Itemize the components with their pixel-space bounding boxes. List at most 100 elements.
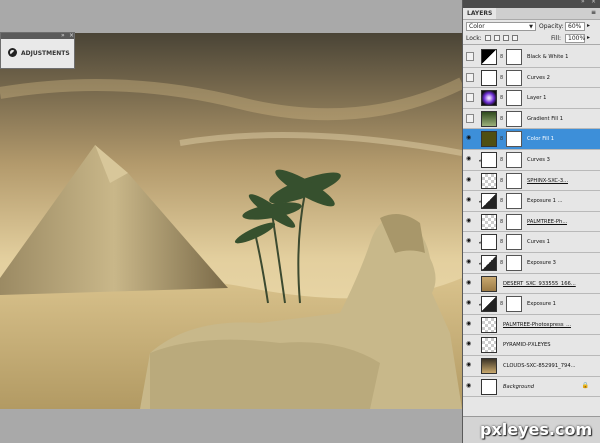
visibility-eye-icon[interactable] xyxy=(466,237,474,246)
adjustments-panel[interactable]: » × ADJUSTMENTS xyxy=(0,32,75,69)
layer-name[interactable]: Curves 2 xyxy=(527,75,550,81)
layer-mask-thumbnail[interactable] xyxy=(506,110,522,127)
layer-thumbnail[interactable] xyxy=(481,337,497,354)
layer-name[interactable]: PALMTREE-Photoxpress_... xyxy=(503,322,571,328)
layer-thumbnail[interactable] xyxy=(481,151,497,168)
visibility-eye-icon[interactable] xyxy=(466,155,474,164)
mask-link-icon[interactable]: 8 xyxy=(500,157,503,163)
layer-row[interactable]: Background 🔒 xyxy=(463,376,600,398)
visibility-eye-icon[interactable] xyxy=(466,258,474,267)
panel-menu-icon[interactable]: ≡ xyxy=(591,9,596,16)
layer-mask-thumbnail[interactable] xyxy=(506,69,522,86)
lock-image-icon[interactable] xyxy=(494,35,500,41)
layer-mask-thumbnail[interactable] xyxy=(506,254,522,271)
layer-name[interactable]: Exposure 1 xyxy=(527,301,556,307)
layer-mask-thumbnail[interactable] xyxy=(506,234,522,251)
layer-mask-thumbnail[interactable] xyxy=(506,213,522,230)
layer-name[interactable]: CLOUDS-SXC-852991_794... xyxy=(503,363,576,369)
fill-slider-arrow-icon[interactable]: ▸ xyxy=(587,34,590,41)
layer-name[interactable]: SPHINX-SXC-3... xyxy=(527,178,568,184)
layer-thumbnail[interactable] xyxy=(481,131,497,148)
layers-panel-titlebar[interactable]: » × xyxy=(463,0,600,8)
layer-name[interactable]: Exposure 1 ... xyxy=(527,198,563,204)
adjustments-label[interactable]: ADJUSTMENTS xyxy=(21,50,70,57)
visibility-eye-icon[interactable] xyxy=(466,340,474,349)
layer-thumbnail[interactable] xyxy=(481,110,497,127)
layer-name[interactable]: Black & White 1 xyxy=(527,54,568,60)
blend-mode-select[interactable]: Color ▼ xyxy=(466,22,536,31)
layer-row[interactable]: DESERT_SXC_933555_166... xyxy=(463,273,600,295)
mask-link-icon[interactable]: 8 xyxy=(500,301,503,307)
layer-mask-thumbnail[interactable] xyxy=(506,49,522,65)
collapse-icon[interactable]: » xyxy=(61,32,65,39)
layer-name[interactable]: Curves 1 xyxy=(527,239,550,245)
adjustments-panel-titlebar[interactable]: » × xyxy=(1,32,74,39)
mask-link-icon[interactable]: 8 xyxy=(500,178,503,184)
mask-link-icon[interactable]: 8 xyxy=(500,95,503,101)
layer-name[interactable]: Gradient Fill 1 xyxy=(527,116,563,122)
layer-thumbnail[interactable] xyxy=(481,172,497,189)
layer-thumbnail[interactable] xyxy=(481,213,497,230)
layer-row[interactable]: 8 Curves 2 xyxy=(463,67,600,89)
layer-thumbnail[interactable] xyxy=(481,357,497,374)
layer-mask-thumbnail[interactable] xyxy=(506,193,522,210)
layer-row[interactable]: CLOUDS-SXC-852991_794... xyxy=(463,355,600,377)
layer-row[interactable]: PYRAMID-PXLEYES xyxy=(463,335,600,356)
visibility-eye-icon[interactable] xyxy=(466,196,474,205)
mask-link-icon[interactable]: 8 xyxy=(500,198,503,204)
layer-thumbnail[interactable] xyxy=(481,234,497,251)
layer-thumbnail[interactable] xyxy=(481,69,497,86)
visibility-eye-icon[interactable] xyxy=(466,279,474,288)
layer-thumbnail[interactable] xyxy=(481,296,497,313)
layer-name[interactable]: DESERT_SXC_933555_166... xyxy=(503,281,576,287)
collapse-icon[interactable]: » xyxy=(581,0,585,5)
mask-link-icon[interactable]: 8 xyxy=(500,219,503,225)
lock-all-icon[interactable] xyxy=(512,35,518,41)
mask-link-icon[interactable]: 8 xyxy=(500,75,503,81)
layer-row[interactable]: 8 Color Fill 1 xyxy=(463,129,600,150)
layer-row[interactable]: ↲8Curves 3 xyxy=(463,149,600,171)
layer-row[interactable]: 8 Gradient Fill 1 xyxy=(463,108,600,130)
lock-position-icon[interactable] xyxy=(503,35,509,41)
layer-thumbnail[interactable] xyxy=(481,378,497,395)
layer-row[interactable]: 8 Black & White 1 xyxy=(463,47,600,68)
mask-link-icon[interactable]: 8 xyxy=(500,239,503,245)
visibility-eye-icon[interactable] xyxy=(466,176,474,185)
close-icon[interactable]: × xyxy=(591,0,596,5)
layer-name[interactable]: PALMTREE-Ph... xyxy=(527,219,567,225)
layer-name[interactable]: Exposure 3 xyxy=(527,260,556,266)
opacity-input[interactable]: 60% xyxy=(565,22,585,31)
visibility-eye-icon[interactable] xyxy=(466,382,474,391)
visibility-eye-icon[interactable] xyxy=(466,134,474,143)
layer-name[interactable]: Curves 3 xyxy=(527,157,550,163)
layer-row[interactable]: ↲8Exposure 1 xyxy=(463,294,600,315)
layer-row[interactable]: ↲8Curves 1 xyxy=(463,232,600,253)
visibility-eye-icon[interactable] xyxy=(466,299,474,308)
visibility-eye-icon[interactable] xyxy=(466,217,474,226)
layer-mask-thumbnail[interactable] xyxy=(506,90,522,107)
layer-thumbnail[interactable] xyxy=(481,275,497,292)
layer-mask-thumbnail[interactable] xyxy=(506,296,522,313)
fill-input[interactable]: 100% xyxy=(565,34,585,43)
layer-thumbnail[interactable] xyxy=(481,49,497,65)
layer-name[interactable]: Layer 1 xyxy=(527,95,546,101)
lock-transparent-icon[interactable] xyxy=(485,35,491,41)
mask-link-icon[interactable]: 8 xyxy=(500,260,503,266)
mask-link-icon[interactable]: 8 xyxy=(500,54,503,60)
layer-thumbnail[interactable] xyxy=(481,193,497,210)
visibility-eye-icon[interactable] xyxy=(466,320,474,329)
opacity-slider-arrow-icon[interactable]: ▸ xyxy=(587,22,590,29)
canvas-image[interactable] xyxy=(0,33,462,409)
visibility-eye-icon[interactable] xyxy=(466,93,474,103)
layer-name[interactable]: Background xyxy=(503,384,534,390)
visibility-eye-icon[interactable] xyxy=(466,113,474,123)
layer-row[interactable]: ↲8Exposure 3 xyxy=(463,252,600,274)
tab-layers[interactable]: LAYERS xyxy=(463,8,497,19)
mask-link-icon[interactable]: 8 xyxy=(500,136,503,142)
layer-mask-thumbnail[interactable] xyxy=(506,131,522,148)
layer-row[interactable]: ↲8Exposure 1 ... xyxy=(463,191,600,212)
mask-link-icon[interactable]: 8 xyxy=(500,116,503,122)
layer-row[interactable]: 8 SPHINX-SXC-3... xyxy=(463,170,600,192)
layer-mask-thumbnail[interactable] xyxy=(506,172,522,189)
layer-row[interactable]: 8 PALMTREE-Ph... xyxy=(463,211,600,233)
